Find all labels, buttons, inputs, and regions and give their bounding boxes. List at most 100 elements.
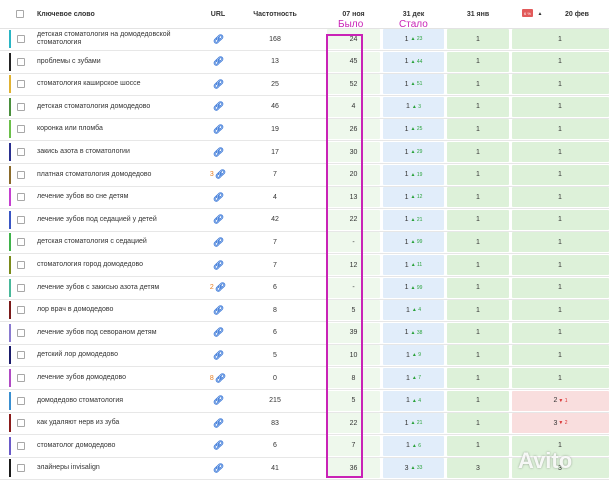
row-checkbox[interactable] <box>17 351 25 360</box>
row-color-marker <box>9 459 11 478</box>
select-all-checkbox[interactable] <box>16 10 24 18</box>
position-value: 1 <box>476 374 480 382</box>
row-checkbox[interactable] <box>17 283 25 292</box>
table-row[interactable]: закись азота в стоматологии 🔗︎ 17 30 1 ▲ 29 1 1 <box>0 141 609 164</box>
table-row[interactable]: платная стоматология домодедово 3 🔗︎ 7 20 1 ▲ … <box>0 164 609 187</box>
link-icon[interactable]: 🔗︎ <box>213 102 224 111</box>
keyword-text: лечение зубов с закисью азота детям <box>37 283 160 291</box>
row-checkbox[interactable] <box>17 35 25 43</box>
link-icon[interactable]: 🔗︎ <box>213 79 224 89</box>
link-icon[interactable]: 🔗︎ <box>213 147 224 157</box>
header-keyword[interactable]: Ключевое слово <box>33 0 207 28</box>
table-row[interactable]: как удаляют нерв из зуба 🔗︎ 83 22 1 ▲ 21 1 3 ▼ 2 <box>0 412 609 436</box>
frequency-value: 7 <box>273 261 277 269</box>
url-cell: 🔗︎ <box>203 51 233 73</box>
url-cell: 🔗︎ <box>203 186 233 208</box>
row-checkbox[interactable] <box>17 328 25 337</box>
frequency-value: 8 <box>273 306 277 314</box>
table-row[interactable]: лечение зубов домодедово 8 🔗︎ 0 8 1 ▲ 711 <box>0 367 609 390</box>
row-checkbox[interactable] <box>17 102 25 111</box>
sort-arrow-icon[interactable]: ▲ <box>536 0 544 28</box>
row-color-marker <box>9 436 11 455</box>
link-icon[interactable]: 🔗︎ <box>213 237 224 247</box>
url-cell: 8 🔗︎ <box>203 367 233 389</box>
link-icon[interactable]: 🔗︎ <box>213 328 224 337</box>
row-checkbox[interactable] <box>17 464 25 473</box>
position-date-2: 1 ▲ 4 <box>383 300 444 321</box>
link-icon[interactable]: 🔗︎ <box>213 34 224 44</box>
row-checkbox[interactable] <box>17 419 25 428</box>
link-icon[interactable]: 🔗︎ <box>213 124 224 134</box>
position-value: 1 <box>558 35 562 43</box>
row-checkbox[interactable] <box>17 238 25 247</box>
row-checkbox[interactable] <box>17 170 25 179</box>
table-row[interactable]: стоматология каширское шоссе 🔗︎ 25 52 1 ▲ 51 1… <box>0 73 609 97</box>
row-checkbox[interactable] <box>17 80 25 89</box>
link-icon[interactable]: 🔗︎ <box>213 260 224 270</box>
row-color-marker <box>9 391 11 410</box>
table-row[interactable]: стоматология город домодедово 🔗︎ 7 12 1 ▲ 11 1… <box>0 254 609 277</box>
frequency-value: 46 <box>271 103 279 111</box>
position-date-3: 1 <box>447 255 509 275</box>
row-checkbox[interactable] <box>17 148 25 156</box>
frequency-value: 6 <box>273 284 277 292</box>
table-row[interactable]: коронка или пломба 🔗︎ 19 26 1 ▲ 25 1 1 <box>0 118 609 142</box>
link-icon[interactable]: 🔗︎ <box>213 463 224 473</box>
row-checkbox[interactable] <box>17 193 25 202</box>
table-row[interactable]: детский лор домодедово 🔗︎ 5 10 1 ▲ 911 <box>0 344 609 368</box>
link-icon[interactable]: 🔗︎ <box>215 283 226 292</box>
url-count: 8 <box>209 374 214 382</box>
link-icon[interactable]: 🔗︎ <box>213 305 224 315</box>
position-date-4: 1 <box>512 300 609 321</box>
table-row[interactable]: проблемы с зубами 🔗︎ 13 45 1 ▲ 44 1 1 <box>0 51 609 74</box>
position-change-up: ▲ 12 <box>410 194 423 201</box>
table-row[interactable]: лечение зубов с закисью азота детям 2 🔗︎ 6-… <box>0 277 609 300</box>
header-url[interactable]: URL <box>203 0 233 28</box>
row-color-marker <box>9 346 11 365</box>
link-icon[interactable]: 🔗︎ <box>213 57 224 66</box>
link-icon[interactable]: 🔗︎ <box>213 396 224 405</box>
row-color-marker <box>9 75 11 94</box>
table-row[interactable]: лечение зубов под седацией у детей 🔗︎ 42 22… <box>0 209 609 232</box>
link-icon[interactable]: 🔗︎ <box>213 215 224 224</box>
row-checkbox[interactable] <box>17 441 25 450</box>
table-row[interactable]: домодедово стоматология 🔗︎ 215 5 1 ▲ 4 1 2 ▼ 1 <box>0 390 609 413</box>
table-row[interactable]: лечение зубов под севораном детям 🔗︎ 6 39 1 ▲… <box>0 322 609 345</box>
position-value: 1 <box>476 125 480 133</box>
position-value: 1 <box>476 35 480 43</box>
position-value: 1 <box>476 329 480 337</box>
position-value: 1 <box>558 374 562 382</box>
keyword-text: домодедово стоматология <box>37 396 124 404</box>
row-checkbox[interactable] <box>17 261 25 269</box>
table-row[interactable]: детская стоматология с седацией 🔗︎ 7-1 ▲ 99… <box>0 231 609 255</box>
table-row[interactable]: детская стоматология на домодедовской ст… <box>0 28 609 51</box>
keyword-text: элайнеры invisalign <box>37 464 100 472</box>
position-value: 1 <box>476 284 480 292</box>
table-row[interactable]: лечение зубов во сне детям 🔗︎ 4 13 1 ▲ 12 1 1 <box>0 186 609 210</box>
link-icon[interactable]: 🔗︎ <box>213 418 224 428</box>
position-value: 1 <box>405 103 410 111</box>
table-row[interactable]: лор врач в домодедово 🔗︎ 8 5 1 ▲ 411 <box>0 299 609 323</box>
row-color-marker <box>9 233 11 252</box>
row-color-marker <box>9 210 11 229</box>
row-checkbox[interactable] <box>17 396 25 405</box>
row-checkbox[interactable] <box>17 306 25 315</box>
link-icon[interactable]: 🔗︎ <box>215 170 226 179</box>
row-checkbox[interactable] <box>17 125 25 134</box>
position-date-4: 3 ▼ 2 <box>512 413 609 434</box>
link-icon[interactable]: 🔗︎ <box>213 441 224 450</box>
position-date-3: 1 <box>447 96 509 117</box>
table-row[interactable]: детская стоматология домодедово 🔗︎ 46 4 1 ▲ 3… <box>0 96 609 119</box>
url-cell: 🔗︎ <box>203 141 233 163</box>
keyword-text: лор врач в домодедово <box>37 306 114 314</box>
header-date-3[interactable]: 31 янв <box>447 0 509 28</box>
row-checkbox[interactable] <box>17 215 25 224</box>
row-checkbox[interactable] <box>17 374 25 382</box>
link-icon[interactable]: 🔗︎ <box>213 192 224 202</box>
keyword-text: закись азота в стоматологии <box>37 148 130 155</box>
link-icon[interactable]: 🔗︎ <box>215 373 226 383</box>
link-icon[interactable]: 🔗︎ <box>213 350 224 360</box>
header-date-4[interactable]: 20 фев <box>548 0 606 28</box>
row-checkbox[interactable] <box>17 57 25 66</box>
header-frequency[interactable]: Частотность <box>243 0 307 28</box>
